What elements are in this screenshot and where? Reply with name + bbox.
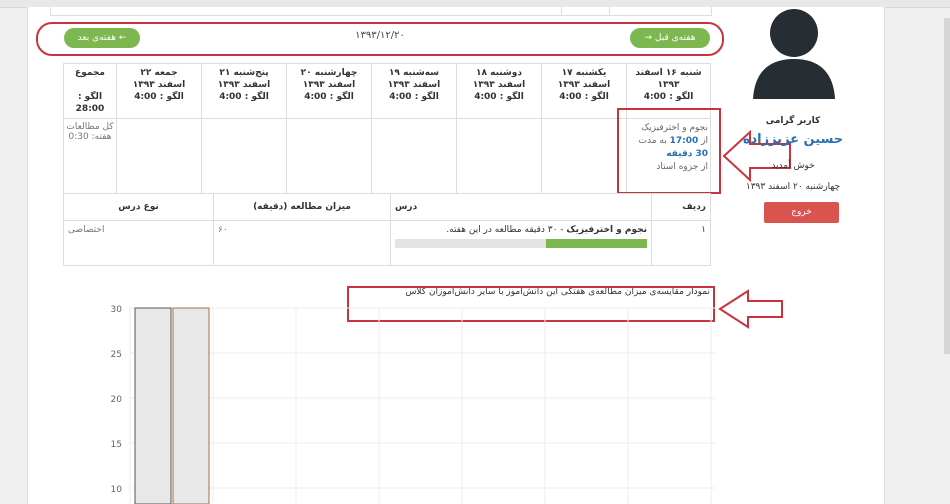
sidebar-date: چهارشنبه ۲۰ اسفند ۱۳۹۳ (745, 182, 841, 192)
schedule-cell[interactable] (286, 118, 372, 194)
day-header: سه‌شنبه ۱۹ اسفند ۱۳۹۳ الگو : 4:00 (371, 63, 457, 119)
annotation-arrow-chart (718, 289, 783, 329)
row-type: اختصاصی (63, 220, 214, 266)
chart-bar (134, 307, 172, 504)
schedule-annotation-box (617, 108, 721, 194)
col-header-lesson: درس (390, 193, 652, 221)
top-tabs-stub (50, 7, 712, 16)
comparison-chart: 30 25 20 15 10 (111, 305, 715, 504)
weekly-schedule-table: شنبه ۱۶ اسفند ۱۳۹۳ الگو : 4:00 یکشنبه ۱۷ اس… (63, 63, 711, 194)
schedule-cell[interactable] (371, 118, 457, 194)
day-header: چهارشنبه ۲۰ اسفند ۱۳۹۳ الگو : 4:00 (286, 63, 372, 119)
day-header: جمعه ۲۲ اسفند ۱۳۹۳ الگو : 4:00 (116, 63, 202, 119)
table-row: ۱ نجوم و اخترفیزیک - ۳۰ دقیقه مطالعه در … (63, 220, 711, 266)
y-tick-label: 20 (111, 395, 123, 405)
schedule-cell[interactable] (201, 118, 287, 194)
col-header-minutes: میزان مطالعه (دقیقه) (213, 193, 391, 221)
prev-week-button[interactable]: → هفته‌ی قبل (630, 28, 710, 48)
y-tick-label: 25 (111, 350, 122, 360)
row-minutes: ۶۰ (213, 220, 391, 266)
col-header-index: ردیف (651, 193, 711, 221)
welcome-text: خوش آمدید (771, 161, 815, 171)
row-lesson: نجوم و اخترفیزیک - ۳۰ دقیقه مطالعه در ای… (390, 220, 652, 266)
y-tick-label: 10 (111, 485, 123, 495)
day-header: پنج‌شنبه ۲۱ اسفند ۱۳۹۳ الگو : 4:00 (201, 63, 287, 119)
scrollbar[interactable] (944, 18, 950, 354)
greeting: کاربر گرامی (765, 116, 821, 126)
next-week-button[interactable]: هفته‌ی بعد ← (64, 28, 140, 48)
total-header: مجموع الگو : 28:00 (63, 63, 117, 119)
study-progress-bar (395, 239, 647, 248)
avatar (745, 7, 843, 103)
chart-bar (172, 307, 210, 504)
exit-button[interactable]: خروج (764, 202, 839, 223)
total-study-cell: کل مطالعات هفته: 0:30 (63, 118, 117, 194)
lessons-table: ردیف درس میزان مطالعه (دقیقه) نوع درس ۱ … (63, 193, 711, 266)
current-date: ۱۳۹۳/۱۲/۲۰ (355, 30, 405, 41)
row-index: ۱ (651, 220, 711, 266)
schedule-cell[interactable] (116, 118, 202, 194)
y-tick-label: 15 (111, 440, 122, 450)
col-header-type: نوع درس (63, 193, 214, 221)
day-header: دوشنبه ۱۸ اسفند ۱۳۹۳ الگو : 4:00 (456, 63, 542, 119)
y-tick-label: 30 (111, 305, 123, 315)
schedule-cell[interactable] (541, 118, 627, 194)
user-name[interactable]: حسین عزیززاده (733, 132, 853, 147)
schedule-cell[interactable] (456, 118, 542, 194)
day-header: یکشنبه ۱۷ اسفند ۱۳۹۳ الگو : 4:00 (541, 63, 627, 119)
